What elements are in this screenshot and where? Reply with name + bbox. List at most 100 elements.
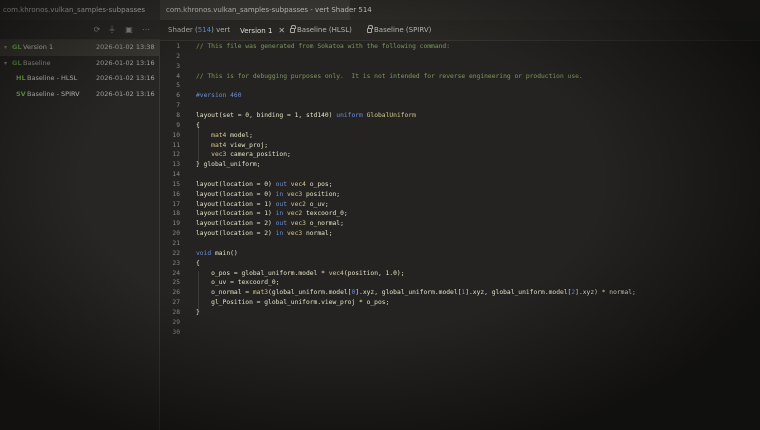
code-text: o_normal = mat3(global_uniform.model[0].… [196,288,636,298]
code-token: vec3 [283,190,303,198]
tree-item[interactable]: ▾ GL Version 1 2026-01-02 13:38 [0,40,160,56]
code-text: gl_Position = global_uniform.view_proj *… [196,298,389,308]
line-number: 25 [172,279,180,287]
line-number: 19 [172,220,180,228]
line-number: 16 [172,190,180,198]
code-text: // This file was generated from Sokatoa … [196,42,450,52]
code-line: 21 [160,239,760,249]
code-token: normal; [302,230,333,238]
code-text: void main() [196,249,238,259]
line-number: 12 [172,151,180,159]
filter-icon[interactable]: ⏚ [107,25,117,35]
tree-item-tag: GL [12,58,22,67]
code-line: 8 layout(set = 0, binding = 1, std140) un… [160,111,760,121]
code-token: ].xyz) * normal; [575,289,636,297]
code-text: #version 460 [196,91,242,101]
code-line: 15 layout(location = 0) out vec4 o_pos; [160,180,760,190]
line-number: 11 [172,141,180,149]
code-text: layout(location = 2) in vec3 normal; [196,229,333,239]
close-icon[interactable]: ✕ [278,26,285,35]
code-token: o_normal = [196,289,253,297]
code-token: layout(location = 1) [196,210,276,218]
line-number: 26 [172,289,180,297]
line-number: 24 [172,269,180,277]
line-number: 9 [176,121,180,129]
code-token: main() [211,249,238,257]
code-token: (position, 1.0); [343,269,405,277]
code-text: layout(set = 0, binding = 1, std140) uni… [196,111,416,121]
chevron-down-icon[interactable]: ▾ [4,56,7,72]
version-tree: ▾ GL Version 1 2026-01-02 13:38 ▾ GL Baseline 2… [0,40,160,102]
line-number: 30 [172,328,180,336]
line-number: 10 [172,131,180,139]
code-line: 11 mat4 view_proj; [160,141,760,151]
code-token: texcoord_0; [302,210,348,218]
refresh-icon[interactable]: ⟳ [92,25,102,35]
code-token: } global_uniform; [196,161,261,169]
code-line: 27 gl_Position = global_uniform.view_pro… [160,298,760,308]
code-token: vec2 [283,210,303,218]
code-token: o_uv = texcoord_0; [196,279,280,287]
line-number: 20 [172,230,180,238]
project-title: com.khronos.vulkan_samples-subpasses [0,0,160,20]
code-editor[interactable]: 1 // This file was generated from Sokatoa… [160,41,760,430]
code-text: } global_uniform; [196,160,260,170]
tab-baseline-spirv[interactable]: Baseline (SPIRV) [367,20,431,41]
line-number: 13 [172,161,180,169]
code-token: out [275,200,287,208]
tree-item-date: 2026-01-02 13:16 [96,58,155,67]
code-token: out [275,180,287,188]
code-token: layout(location = 0) [196,190,276,198]
code-token: layout(location = 1) [196,200,276,208]
code-token: vec4 [287,180,306,188]
code-text: } [196,308,200,318]
code-token: layout(set = 0, binding = 1, std140) [196,111,337,119]
tab-shader-info[interactable]: Shader (514) vert [168,20,230,41]
document-tab[interactable]: com.khronos.vulkan_samples-subpasses - v… [160,0,372,20]
export-icon[interactable]: ▣ [124,25,134,35]
tree-item-date: 2026-01-02 13:16 [96,74,155,82]
code-token: vec4 [328,269,344,277]
shader-id: 514 [197,26,212,34]
app-window: com.khronos.vulkan_samples-subpasses ⟳ ⏚… [0,0,760,430]
tree-item[interactable]: SV Baseline - SPIRV 2026-01-02 13:16 [0,87,160,103]
code-text: // This is for debugging purposes only. … [196,72,583,82]
code-line: 20 layout(location = 2) in vec3 normal; [160,229,760,239]
project-panel: com.khronos.vulkan_samples-subpasses ⟳ ⏚… [0,0,160,430]
tree-item[interactable]: ▾ GL Baseline 2026-01-02 13:16 [0,56,160,72]
line-number: 2 [176,52,180,60]
tab-baseline-hlsl[interactable]: Baseline (HLSL) [290,20,352,41]
chevron-down-icon[interactable]: ▾ [4,40,7,56]
tab-version-1[interactable]: Version 1 ✕ [240,20,285,41]
code-token: gl_Position = global_uniform.view_proj *… [196,299,390,307]
code-line: 25 o_uv = texcoord_0; [160,278,760,288]
line-number: 6 [176,92,180,100]
code-token: model; [226,131,253,139]
tab-version-1-label: Version 1 [240,27,273,35]
tree-item[interactable]: HL Baseline - HLSL 2026-01-02 13:16 [0,71,160,87]
code-line: 5 [160,81,760,91]
code-text: vec3 camera_position; [196,150,291,160]
line-number: 29 [172,318,180,326]
line-number: 28 [172,308,180,316]
more-icon[interactable]: ⋯ [141,25,151,35]
shader-tab-bar: Shader (514) vert Version 1 ✕ Baseline (H… [160,20,760,41]
code-text: layout(location = 1) in vec2 texcoord_0; [196,209,348,219]
code-line: 7 [160,101,760,111]
code-line: 14 [160,170,760,180]
line-number: 17 [172,200,180,208]
tree-item-date: 2026-01-02 13:38 [96,43,155,51]
code-token: GlobalUniform [362,111,416,119]
code-token: vec3 [211,151,227,159]
line-number: 15 [172,180,180,188]
code-line: 23 { [160,259,760,269]
code-token: layout(location = 0) [196,180,276,188]
code-token: uniform [336,111,363,119]
code-token: // This is for debugging purposes only. … [196,72,583,80]
line-number: 27 [172,299,180,307]
tree-item-label: Baseline [23,58,51,67]
line-number: 5 [176,82,180,90]
